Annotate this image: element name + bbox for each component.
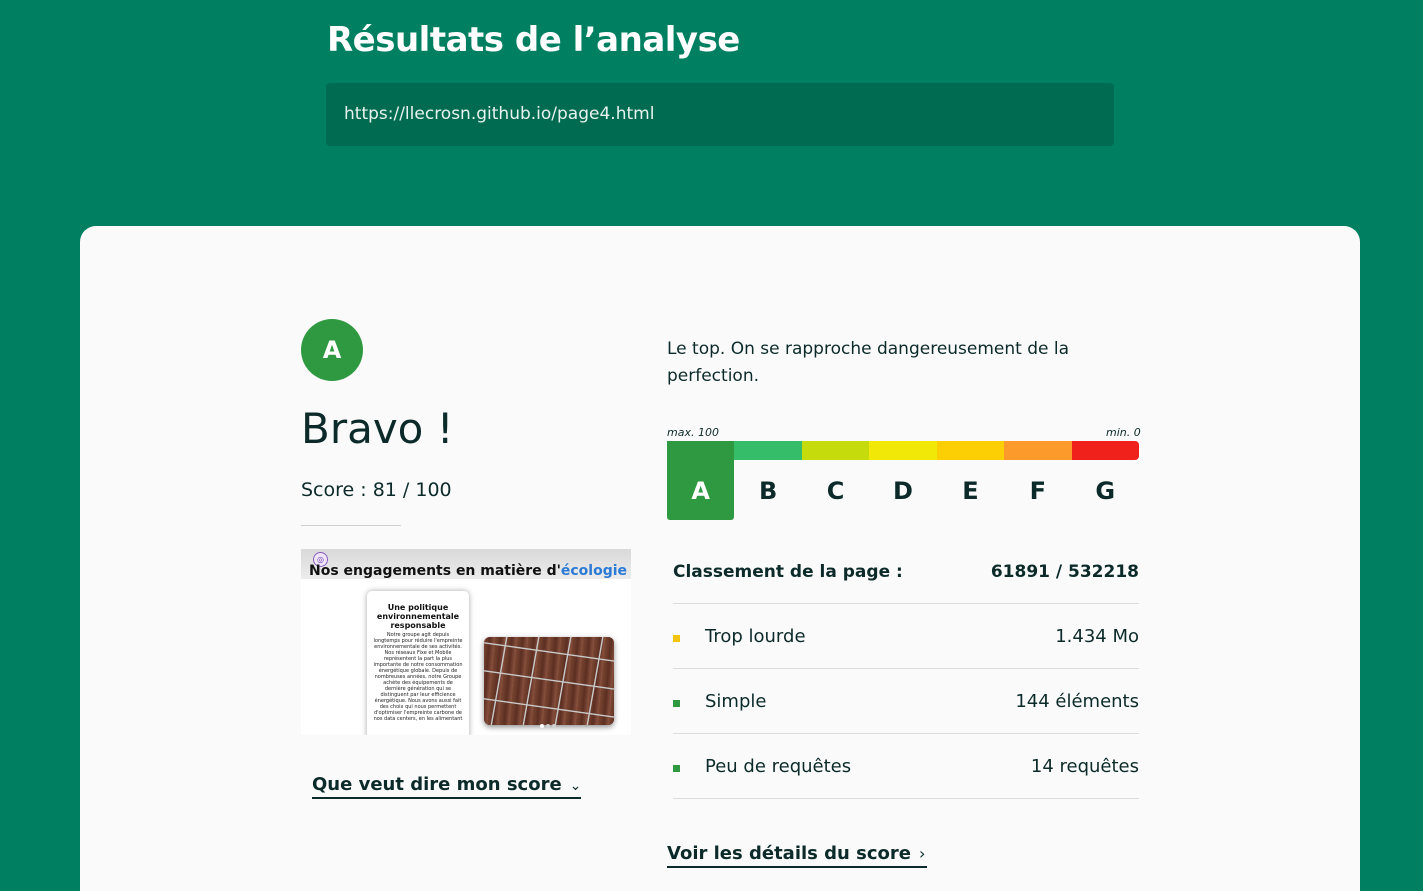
scale-grade-label: C [826, 477, 845, 505]
thumbnail-heading: Nos engagements en matière d'écologie [309, 563, 627, 579]
scale-segment-g [1071, 441, 1140, 460]
thumbnail-card-text: Notre groupe agit depuis longtemps pour … [373, 632, 463, 722]
metric-row: Peu de requêtes 14 requêtes [673, 734, 1139, 799]
score-meaning-toggle[interactable]: Que veut dire mon score ⌄ [312, 774, 582, 799]
scale-grade-label: E [962, 477, 979, 505]
chevron-right-icon: › [918, 844, 926, 863]
chevron-down-icon: ⌄ [569, 778, 582, 794]
scale-max-label: max. 100 [667, 426, 719, 439]
grade-badge: A [301, 319, 363, 381]
scale-segment-d [869, 441, 938, 460]
thumbnail-photo [484, 637, 614, 725]
analyzed-url-field[interactable]: https://llecrosn.github.io/page4.html [326, 83, 1114, 146]
thumbnail-heading-prefix: Nos engagements en matière d' [309, 563, 561, 579]
metric-value: 14 requêtes [1030, 756, 1139, 777]
metric-label: Peu de requêtes [705, 756, 852, 777]
status-bullet-icon [673, 765, 680, 772]
carousel-dots [540, 713, 560, 728]
thumbnail-heading-highlight: écologie [560, 563, 628, 579]
score-details-label: Voir les détails du score [667, 843, 911, 864]
results-card: A Bravo ! Score : 81 / 100 ◎ Nos engagem… [80, 226, 1360, 891]
scale-segment-f [1004, 441, 1073, 460]
metric-label: Simple [705, 691, 767, 712]
score-meaning-label: Que veut dire mon score [312, 774, 562, 795]
metric-value: 144 éléments [1015, 691, 1139, 712]
thumbnail-card-title: Une politique environnementale responsab… [376, 603, 460, 630]
metric-row: Trop lourde 1.434 Mo [673, 604, 1139, 669]
status-bullet-icon [673, 700, 680, 707]
scale-grade-label: G [1095, 477, 1116, 505]
scale-grade-label: F [1029, 477, 1047, 505]
metric-value: 1.434 Mo [1055, 626, 1139, 647]
thumbnail-text-card: Une politique environnementale responsab… [367, 591, 469, 735]
result-tagline: Le top. On se rapproche dangereusement d… [667, 339, 1070, 386]
score-details-link[interactable]: Voir les détails du score › [667, 842, 928, 868]
ranking-row: Classement de la page : 61891 / 532218 [673, 548, 1139, 604]
scale-segment-c [801, 441, 870, 460]
scale-segment-b [734, 441, 803, 460]
metric-row: Simple 144 éléments [673, 669, 1139, 734]
metrics-table: Classement de la page : 61891 / 532218 T… [673, 548, 1139, 799]
score-text: Score : 81 / 100 [301, 479, 452, 501]
scale-min-label: min. 0 [1106, 426, 1141, 439]
scale-grade-label: D [893, 477, 913, 505]
status-bullet-icon [673, 635, 680, 642]
scale-grade-label: B [758, 477, 778, 505]
page-title: Résultats de l’analyse [327, 20, 740, 60]
scale-grade-label: A [691, 477, 710, 505]
grade-scale: A B C D E F G [667, 441, 1140, 520]
ranking-label: Classement de la page : [673, 562, 903, 582]
page-screenshot-thumbnail: ◎ Nos engagements en matière d'écologie … [301, 549, 631, 735]
divider [301, 525, 401, 526]
scale-segment-e [936, 441, 1005, 460]
ranking-value: 61891 / 532218 [990, 562, 1139, 582]
metric-label: Trop lourde [705, 626, 806, 647]
result-headline: Bravo ! [301, 404, 454, 453]
